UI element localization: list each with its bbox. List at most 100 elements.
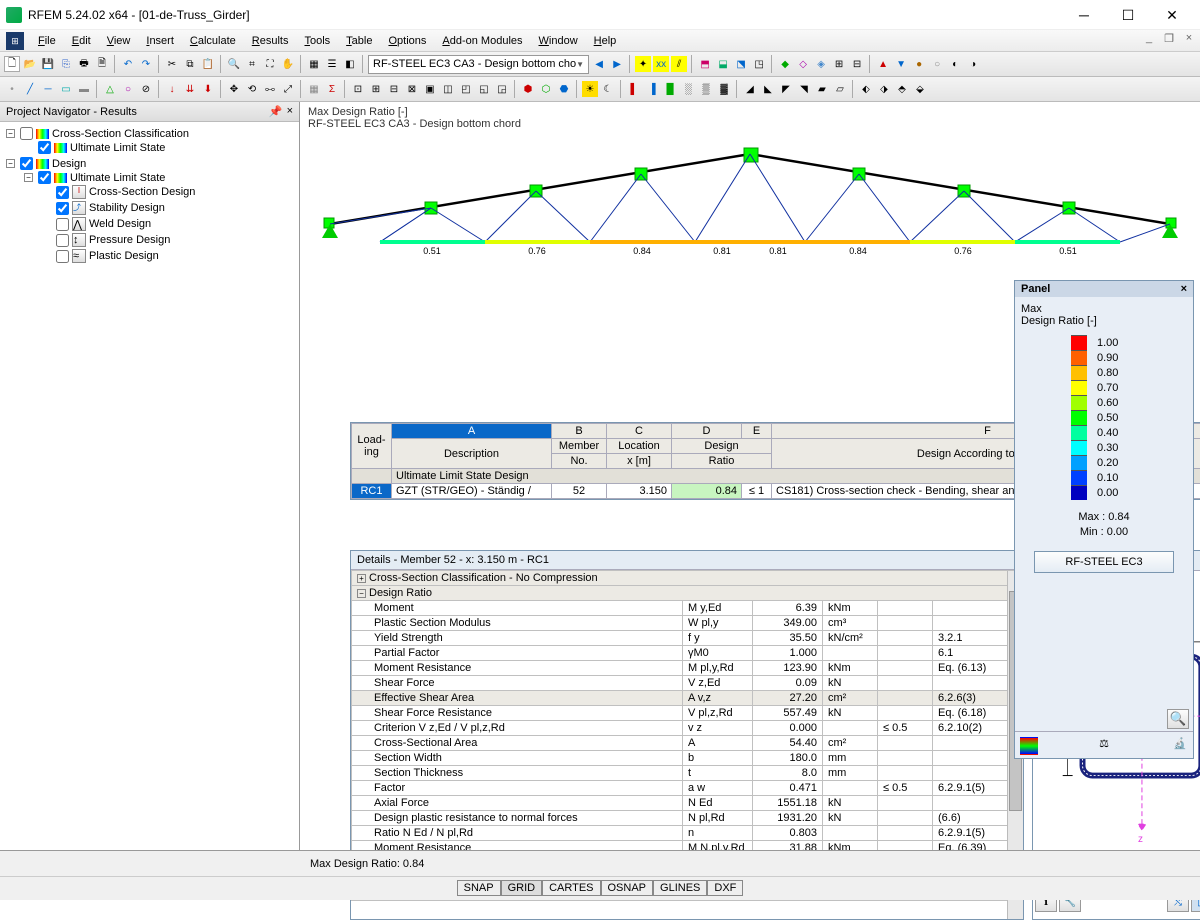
t2-icon[interactable]: ⊞	[368, 81, 384, 97]
panel-tab-scales-icon[interactable]: ⚖	[1095, 736, 1113, 754]
mdi-minimize-icon[interactable]: _	[1142, 32, 1156, 45]
new-icon[interactable]: 🗋	[4, 56, 20, 72]
pan-icon[interactable]: ✋	[280, 56, 296, 72]
t28-icon[interactable]: ⬗	[876, 81, 892, 97]
t19-icon[interactable]: ▒	[698, 81, 714, 97]
status-snap[interactable]: SNAP	[457, 880, 501, 896]
support-icon[interactable]: △	[102, 81, 118, 97]
t12-icon[interactable]: ⬣	[556, 81, 572, 97]
menu-window[interactable]: Window	[531, 35, 586, 47]
menu-options[interactable]: Options	[380, 35, 434, 47]
t25-icon[interactable]: ▰	[814, 81, 830, 97]
panel-close-icon[interactable]: ×	[1181, 283, 1187, 295]
tree-check-uls2[interactable]	[38, 171, 51, 184]
surface-icon[interactable]: ▭	[58, 81, 74, 97]
t5-icon[interactable]: ▣	[422, 81, 438, 97]
module-button[interactable]: RF-STEEL EC3	[1034, 551, 1174, 573]
t15-icon[interactable]: ▌	[626, 81, 642, 97]
i2-icon[interactable]: ◇	[795, 56, 811, 72]
node-icon[interactable]: •	[4, 81, 20, 97]
load-line-icon[interactable]: ⇊	[182, 81, 198, 97]
print-preview-icon[interactable]: 🗎	[94, 56, 110, 72]
load-point-icon[interactable]: ↓	[164, 81, 180, 97]
details-row[interactable]: Design plastic resistance to normal forc…	[352, 811, 1023, 826]
move-icon[interactable]: ✥	[226, 81, 242, 97]
t30-icon[interactable]: ⬙	[912, 81, 928, 97]
menu-help[interactable]: Help	[586, 35, 625, 47]
mesh-icon[interactable]: ▦	[306, 81, 322, 97]
member-icon[interactable]: ─	[40, 81, 56, 97]
menu-edit[interactable]: Edit	[64, 35, 99, 47]
tree-check-cs-design[interactable]	[56, 186, 69, 199]
i7-icon[interactable]: ▼	[893, 56, 909, 72]
details-row[interactable]: Cross-Sectional AreaA54.40cm²	[352, 736, 1023, 751]
print-icon[interactable]: 🖶	[76, 56, 92, 72]
t17-icon[interactable]: █	[662, 81, 678, 97]
details-row[interactable]: Shear Force ResistanceV pl,z,Rd557.49kNE…	[352, 706, 1023, 721]
details-row[interactable]: Criterion V z,Ed / V pl,z,Rdv z0.000≤ 0.…	[352, 721, 1023, 736]
view-iso-icon[interactable]: ◳	[751, 56, 767, 72]
scale-tool-icon[interactable]: ⤢	[280, 81, 296, 97]
close-button[interactable]: ✕	[1150, 0, 1194, 30]
view-x-icon[interactable]: ⬒	[697, 56, 713, 72]
details-row[interactable]: Partial FactorγM01.0006.1	[352, 646, 1023, 661]
t18-icon[interactable]: ░	[680, 81, 696, 97]
details-row[interactable]: Section Widthb180.0mm	[352, 751, 1023, 766]
details-row[interactable]: Yield Strengthf y35.50kN/cm²3.2.1	[352, 631, 1023, 646]
tree-check-stability[interactable]	[56, 202, 69, 215]
save-all-icon[interactable]: ⎘	[58, 56, 74, 72]
tree-check-design[interactable]	[20, 157, 33, 170]
panel-tab-colors-icon[interactable]	[1019, 736, 1037, 754]
tree-check-cs-class[interactable]	[20, 127, 33, 140]
status-dxf[interactable]: DXF	[707, 880, 743, 896]
copy-icon[interactable]: ⧉	[182, 56, 198, 72]
mdi-restore-icon[interactable]: ❐	[1162, 32, 1176, 45]
details-row[interactable]: Axial ForceN Ed1551.18kN	[352, 796, 1023, 811]
next-case-icon[interactable]: ▶	[609, 56, 625, 72]
t22-icon[interactable]: ◣	[760, 81, 776, 97]
cut-icon[interactable]: ✂	[164, 56, 180, 72]
paste-icon[interactable]: 📋	[200, 56, 216, 72]
truss-viewport[interactable]: 0.51 0.76 0.84 0.81 0.81 0.84 0.76 0.51	[310, 134, 1190, 274]
hinge-icon[interactable]: ○	[120, 81, 136, 97]
status-grid[interactable]: GRID	[501, 880, 543, 896]
result-case-combo[interactable]: RF-STEEL EC3 CA3 - Design bottom cho▼	[368, 55, 589, 74]
t6-icon[interactable]: ◫	[440, 81, 456, 97]
t7-icon[interactable]: ◰	[458, 81, 474, 97]
zoom-icon[interactable]: 🔍	[226, 56, 242, 72]
line-icon[interactable]: ╱	[22, 81, 38, 97]
save-icon[interactable]: 💾	[40, 56, 56, 72]
solid-icon[interactable]: ▬	[76, 81, 92, 97]
menu-tools[interactable]: Tools	[296, 35, 338, 47]
details-row[interactable]: MomentM y,Ed6.39kNm	[352, 601, 1023, 616]
navigator-pin-icon[interactable]: 📌	[269, 105, 283, 118]
t26-icon[interactable]: ▱	[832, 81, 848, 97]
navigator-close-icon[interactable]: ×	[287, 105, 293, 118]
navigator-tree[interactable]: −Cross-Section Classification Ultimate L…	[0, 122, 299, 853]
t24-icon[interactable]: ◥	[796, 81, 812, 97]
view-y-icon[interactable]: ⬓	[715, 56, 731, 72]
i3-icon[interactable]: ◈	[813, 56, 829, 72]
t1-icon[interactable]: ⊡	[350, 81, 366, 97]
t4-icon[interactable]: ⊠	[404, 81, 420, 97]
prev-case-icon[interactable]: ◀	[591, 56, 607, 72]
t20-icon[interactable]: ▓	[716, 81, 732, 97]
status-cartes[interactable]: CARTES	[542, 880, 600, 896]
menu-insert[interactable]: Insert	[138, 35, 182, 47]
t10-icon[interactable]: ⬢	[520, 81, 536, 97]
panel-search-button[interactable]: 🔍	[1167, 709, 1189, 729]
load-area-icon[interactable]: ⬇	[200, 81, 216, 97]
rotate-icon[interactable]: ⟲	[244, 81, 260, 97]
result-values-icon[interactable]: xx	[653, 56, 669, 72]
release-icon[interactable]: ⊘	[138, 81, 154, 97]
i4-icon[interactable]: ⊞	[831, 56, 847, 72]
t14-icon[interactable]: ☾	[600, 81, 616, 97]
i11-icon[interactable]: ◑	[965, 56, 981, 72]
undo-icon[interactable]: ↶	[120, 56, 136, 72]
t27-icon[interactable]: ⬖	[858, 81, 874, 97]
zoom-window-icon[interactable]: ⌗	[244, 56, 260, 72]
details-row[interactable]: Plastic Section ModulusW pl,y349.00cm³	[352, 616, 1023, 631]
app-menu-icon[interactable]: ⊞	[6, 32, 24, 50]
i5-icon[interactable]: ⊟	[849, 56, 865, 72]
t3-icon[interactable]: ⊟	[386, 81, 402, 97]
